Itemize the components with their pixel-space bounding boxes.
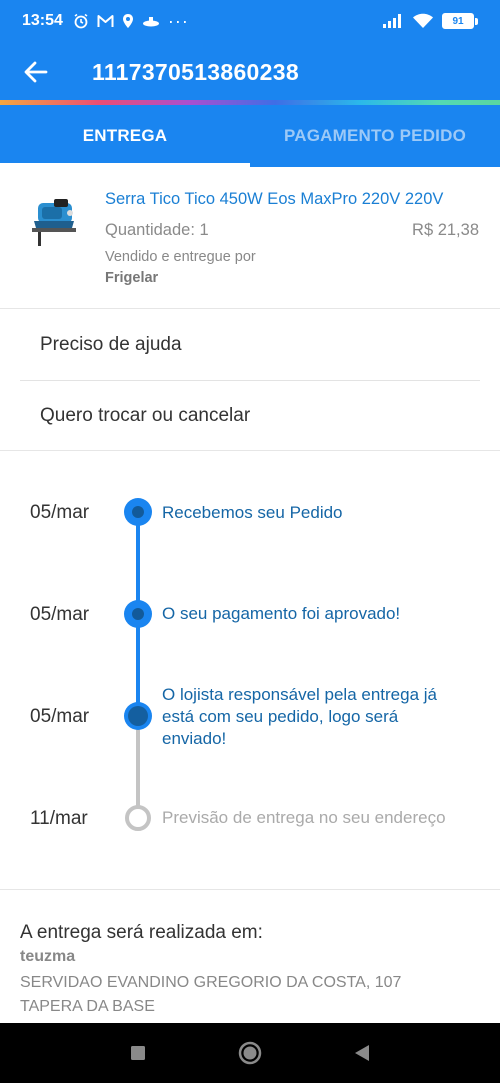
location-icon xyxy=(122,14,133,28)
recipient-name: teuzma xyxy=(20,948,76,965)
back-button[interactable] xyxy=(0,42,72,102)
recents-button[interactable] xyxy=(82,1023,194,1083)
tab-bar: ENTREGA PAGAMENTO PEDIDO xyxy=(0,105,500,167)
need-help-button[interactable]: Preciso de ajuda xyxy=(0,310,500,380)
order-number-title: 1117370513860238 xyxy=(92,58,299,85)
alarm-icon xyxy=(74,13,88,29)
product-name-link[interactable]: Serra Tico Tico 450W Eos MaxPro 220V 220… xyxy=(105,190,443,209)
timeline-step-pending-icon xyxy=(125,805,151,831)
product-price: R$ 21,38 xyxy=(412,221,479,239)
timeline-date: 05/mar xyxy=(30,706,90,727)
battery-icon: 91 xyxy=(442,13,478,29)
arrow-back-icon xyxy=(24,61,48,83)
delivery-address-section: A entrega será realizada em: teuzma SERV… xyxy=(0,890,500,1024)
tab-entrega[interactable]: ENTREGA xyxy=(0,105,250,167)
timeline-step-current-icon xyxy=(124,702,152,730)
timeline-step-text: Recebemos seu Pedido xyxy=(162,503,343,522)
seller-name: Frigelar xyxy=(105,270,159,286)
back-nav-button[interactable] xyxy=(306,1023,418,1083)
triangle-back-icon xyxy=(355,1045,369,1061)
status-time: 13:54 xyxy=(22,12,63,29)
product-card: Serra Tico Tico 450W Eos MaxPro 220V 220… xyxy=(0,167,500,309)
product-quantity: Quantidade: 1 xyxy=(105,221,209,239)
gmail-icon xyxy=(97,15,114,27)
timeline-step-text: O seu pagamento foi aprovado! xyxy=(162,604,401,623)
submarine-icon xyxy=(142,17,159,27)
more-notifications-icon: ··· xyxy=(167,10,189,31)
street-address: SERVIDAO EVANDINO GREGORIO DA COSTA, 107 xyxy=(20,974,402,991)
tab-pagamento-pedido[interactable]: PAGAMENTO PEDIDO xyxy=(250,105,500,167)
exchange-cancel-button[interactable]: Quero trocar ou cancelar xyxy=(0,381,500,451)
square-icon xyxy=(131,1046,145,1060)
seller-label: Vendido e entregue por xyxy=(105,249,256,265)
order-timeline: 05/mar Recebemos seu Pedido 05/mar O seu… xyxy=(0,451,500,889)
timeline-step-text: O lojista responsável pela entrega já es… xyxy=(162,685,437,748)
system-navigation-bar xyxy=(0,1023,500,1083)
timeline-step-done-icon xyxy=(124,600,152,628)
circle-icon xyxy=(238,1041,262,1065)
product-image[interactable] xyxy=(24,193,84,251)
home-button[interactable] xyxy=(194,1023,306,1083)
delivery-title: A entrega será realizada em: xyxy=(20,922,263,943)
timeline-step-done-icon xyxy=(124,498,152,526)
status-bar: 13:54 ··· 91 xyxy=(0,0,500,42)
timeline-step-text: Previsão de entrega no seu endereço xyxy=(162,808,446,827)
wifi-icon xyxy=(413,13,433,28)
timeline-date: 11/mar xyxy=(30,808,88,829)
timeline-date: 05/mar xyxy=(30,502,90,523)
app-bar: 1117370513860238 xyxy=(0,42,500,102)
timeline-line-pending xyxy=(136,716,140,818)
district: TAPERA DA BASE xyxy=(20,998,155,1015)
timeline-date: 05/mar xyxy=(30,604,90,625)
signal-icon xyxy=(383,14,401,28)
